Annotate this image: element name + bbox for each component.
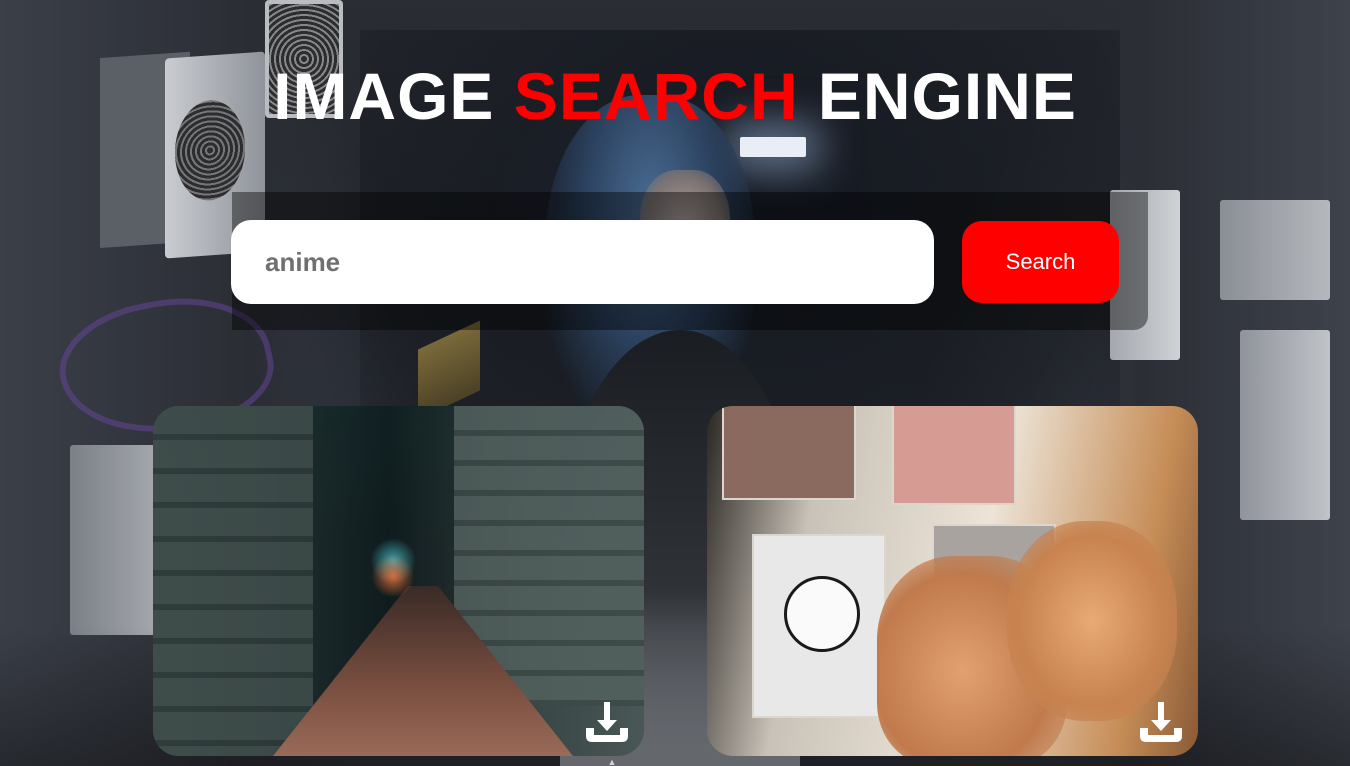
result-image-night-street[interactable] bbox=[153, 406, 644, 756]
result-card bbox=[707, 406, 1198, 756]
title-part-image: IMAGE bbox=[273, 59, 514, 133]
result-image-anime-photos[interactable] bbox=[707, 406, 1198, 756]
page-title: IMAGE SEARCH ENGINE bbox=[0, 58, 1350, 134]
title-part-search: SEARCH bbox=[513, 59, 799, 133]
result-card bbox=[153, 406, 644, 756]
background-electrical-box bbox=[1240, 330, 1330, 520]
download-icon bbox=[586, 702, 628, 742]
background-electrical-box bbox=[1220, 200, 1330, 300]
hand bbox=[1007, 521, 1177, 721]
photo-anime-face bbox=[784, 576, 860, 652]
photo-print bbox=[752, 534, 886, 718]
photo-print bbox=[892, 406, 1016, 505]
download-icon bbox=[1140, 702, 1182, 742]
search-input[interactable] bbox=[231, 220, 934, 304]
background-ceiling-light bbox=[740, 137, 806, 157]
download-button[interactable] bbox=[584, 698, 630, 744]
background-electrical-box bbox=[70, 445, 155, 635]
street-building bbox=[153, 406, 313, 756]
download-button[interactable] bbox=[1138, 698, 1184, 744]
street-light-glow bbox=[363, 556, 423, 596]
title-part-engine: ENGINE bbox=[798, 59, 1077, 133]
photo-print bbox=[722, 406, 856, 500]
search-button[interactable]: Search bbox=[962, 221, 1119, 303]
scroll-up-icon: ▲ bbox=[607, 757, 617, 766]
